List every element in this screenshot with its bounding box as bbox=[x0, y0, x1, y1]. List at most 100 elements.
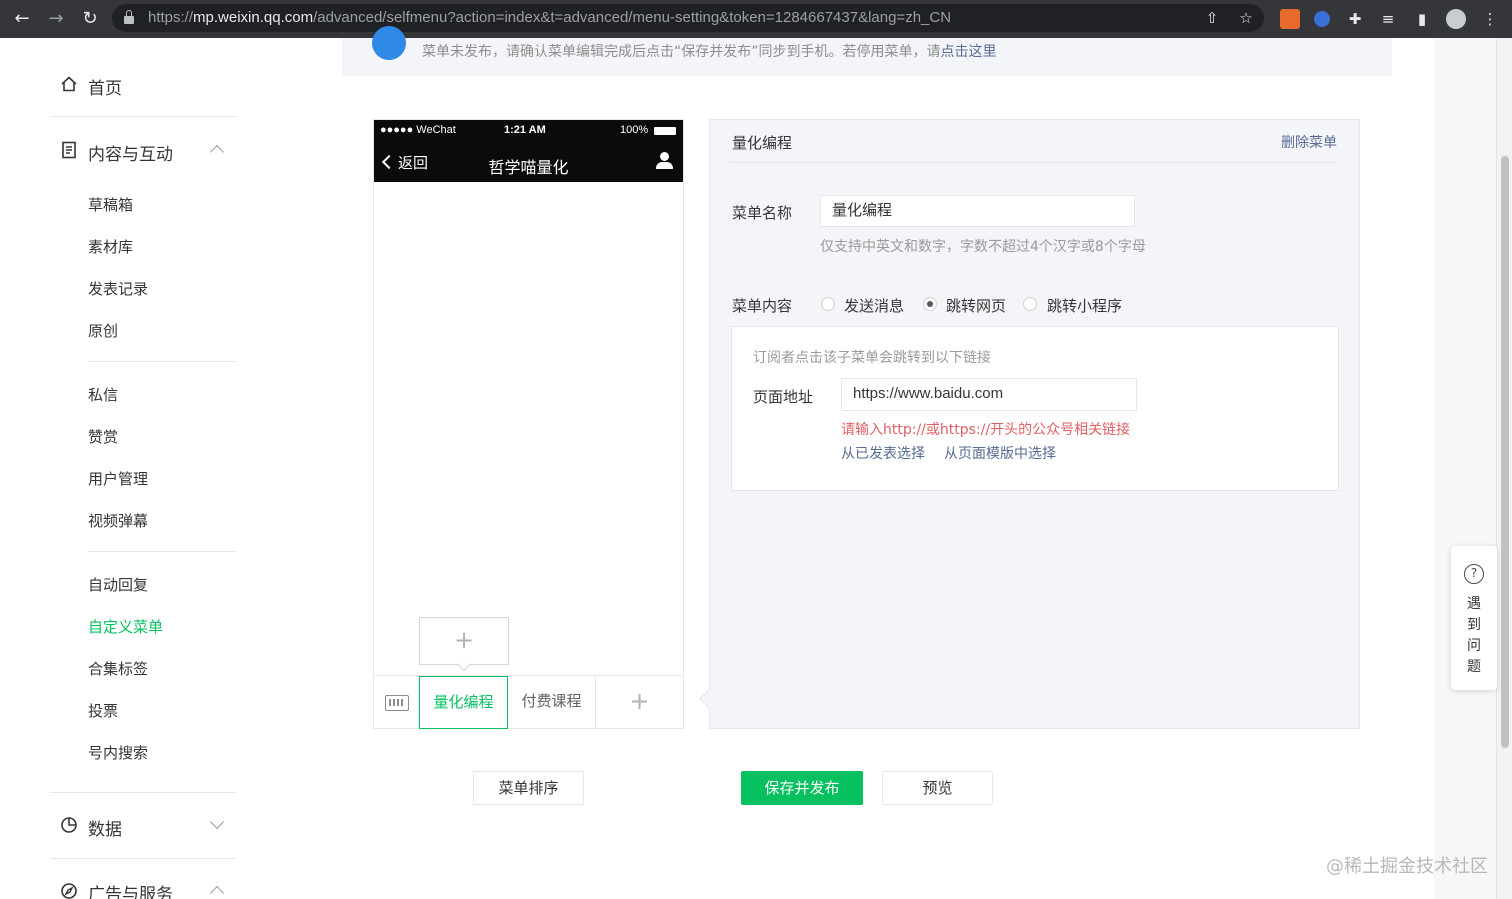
extension-icon[interactable] bbox=[1280, 9, 1300, 29]
page-url-label: 页面地址 bbox=[753, 388, 814, 406]
notice-banner: 菜单未发布，请确认菜单编辑完成后点击“保存并发布”同步到手机。若停用菜单，请点击… bbox=[342, 26, 1392, 76]
chevron-up-icon[interactable] bbox=[209, 144, 225, 160]
editor-arrow bbox=[699, 689, 719, 709]
sidebar-item-publish-records[interactable]: 发表记录 bbox=[88, 278, 148, 299]
help-label-char: 遇 bbox=[1467, 596, 1481, 612]
divider bbox=[88, 361, 236, 362]
sidebar: 首页 内容与互动 草稿箱 素材库 发表记录 原创 私信 赞赏 用户管理 视频弹幕… bbox=[0, 38, 300, 899]
notice-text: 菜单未发布，请确认菜单编辑完成后点击“保存并发布”同步到手机。若停用菜单，请点击… bbox=[422, 44, 997, 60]
sidebar-item-custom-menu[interactable]: 自定义菜单 bbox=[88, 616, 163, 637]
divider bbox=[50, 858, 236, 859]
question-icon: ? bbox=[1464, 564, 1484, 584]
radio-mini-program[interactable] bbox=[1023, 297, 1037, 311]
time-text: 1:21 AM bbox=[504, 124, 546, 136]
radio-send-message[interactable] bbox=[821, 297, 835, 311]
profile-avatar[interactable] bbox=[1446, 9, 1466, 29]
option-mini-program[interactable]: 跳转小程序 bbox=[1047, 295, 1122, 316]
home-icon bbox=[61, 76, 77, 92]
editor-title: 量化编程 bbox=[732, 134, 793, 152]
menu-content-label: 菜单内容 bbox=[732, 297, 793, 315]
help-widget[interactable]: ? 遇到问题 bbox=[1451, 546, 1497, 690]
option-open-webpage[interactable]: 跳转网页 bbox=[946, 295, 1006, 316]
menu-icon[interactable]: ⋮ bbox=[1480, 9, 1500, 29]
forward-icon[interactable]: → bbox=[43, 6, 69, 32]
sidebar-item-search[interactable]: 号内搜索 bbox=[88, 742, 148, 763]
add-menu-button[interactable]: + bbox=[596, 676, 683, 729]
delete-menu-link[interactable]: 删除菜单 bbox=[1281, 132, 1337, 152]
document-icon bbox=[62, 141, 76, 159]
divider bbox=[88, 551, 236, 552]
keyboard-icon[interactable] bbox=[374, 676, 419, 729]
chevron-up-icon[interactable] bbox=[209, 885, 225, 899]
sidebar-group-content[interactable]: 内容与互动 bbox=[88, 140, 173, 165]
lock-icon bbox=[124, 10, 134, 24]
sidebar-item-library[interactable]: 素材库 bbox=[88, 236, 133, 257]
reading-list-icon[interactable]: ≡ bbox=[1378, 9, 1398, 29]
sidebar-item-home[interactable]: 首页 bbox=[88, 74, 122, 99]
popover-arrow bbox=[456, 656, 472, 672]
divider bbox=[50, 792, 236, 793]
sidebar-group-ads[interactable]: 广告与服务 bbox=[88, 880, 173, 899]
disable-menu-link[interactable]: 点击这里 bbox=[941, 44, 997, 60]
phone-header: ●●●●● WeChat 1:21 AM 100% 返回 哲学喵量化 bbox=[374, 120, 683, 182]
sidebar-item-auto-reply[interactable]: 自动回复 bbox=[88, 574, 148, 595]
phone-title: 哲学喵量化 bbox=[488, 158, 569, 177]
chevron-down-icon[interactable] bbox=[209, 814, 225, 830]
sidebar-item-original[interactable]: 原创 bbox=[88, 320, 118, 341]
add-submenu-button[interactable]: + bbox=[419, 617, 509, 672]
info-icon bbox=[372, 26, 406, 60]
address-bar[interactable]: https://mp.weixin.qq.com/advanced/selfme… bbox=[112, 4, 1264, 32]
star-icon[interactable]: ☆ bbox=[1236, 8, 1256, 28]
option-send-message[interactable]: 发送消息 bbox=[844, 295, 904, 316]
sidebar-item-rewards[interactable]: 赞赏 bbox=[88, 426, 118, 447]
sidebar-item-danmaku[interactable]: 视频弹幕 bbox=[88, 510, 148, 531]
puzzle-icon[interactable]: ✚ bbox=[1345, 9, 1365, 29]
page-url-error: 请输入http://或https://开头的公众号相关链接 bbox=[841, 422, 1131, 438]
link-description: 订阅者点击该子菜单会跳转到以下链接 bbox=[753, 350, 991, 366]
phone-preview: ●●●●● WeChat 1:21 AM 100% 返回 哲学喵量化 + 量化编… bbox=[373, 119, 684, 729]
help-label: 遇到问题 bbox=[1451, 594, 1497, 678]
watermark: @稀土掘金技术社区 bbox=[1326, 856, 1488, 877]
help-label-char: 题 bbox=[1467, 659, 1481, 675]
pick-published-link[interactable]: 从已发表选择 bbox=[841, 443, 925, 463]
reload-icon[interactable]: ↻ bbox=[77, 6, 103, 32]
sidebar-item-tags[interactable]: 合集标签 bbox=[88, 658, 148, 679]
battery-icon bbox=[654, 127, 676, 135]
menu-name-input[interactable]: 量化编程 bbox=[820, 195, 1135, 227]
sidebar-item-vote[interactable]: 投票 bbox=[88, 700, 118, 721]
menu-name-hint: 仅支持中英文和数字，字数不超过4个汉字或8个字母 bbox=[820, 239, 1146, 255]
chart-pie-icon bbox=[61, 817, 77, 833]
battery-text: 100% bbox=[620, 124, 649, 136]
menu-editor: 量化编程 删除菜单 菜单名称 量化编程 仅支持中英文和数字，字数不超过4个汉字或… bbox=[699, 119, 1360, 729]
radio-open-webpage[interactable] bbox=[923, 297, 937, 311]
pick-template-link[interactable]: 从页面模版中选择 bbox=[944, 443, 1056, 463]
sort-menu-button[interactable]: 菜单排序 bbox=[473, 771, 584, 805]
help-label-char: 到 bbox=[1467, 617, 1481, 633]
save-publish-button[interactable]: 保存并发布 bbox=[741, 771, 863, 805]
compass-icon bbox=[61, 883, 77, 899]
extension-icon[interactable] bbox=[1314, 11, 1330, 27]
menu-tab-paid-course[interactable]: 付费课程 bbox=[508, 676, 596, 729]
browser-toolbar: ← → ↻ https://mp.weixin.qq.com/advanced/… bbox=[0, 0, 1512, 38]
sidebar-icon[interactable]: ▮ bbox=[1412, 9, 1432, 29]
sidebar-item-drafts[interactable]: 草稿箱 bbox=[88, 194, 133, 215]
editor-header: 量化编程 删除菜单 bbox=[730, 120, 1339, 163]
sidebar-item-messages[interactable]: 私信 bbox=[88, 384, 118, 405]
sidebar-item-users[interactable]: 用户管理 bbox=[88, 468, 148, 489]
preview-button[interactable]: 预览 bbox=[882, 771, 993, 805]
page-url-input[interactable]: https://www.baidu.com bbox=[841, 378, 1137, 411]
plus-icon: + bbox=[453, 626, 475, 654]
back-icon[interactable]: ← bbox=[9, 6, 35, 32]
link-settings-box: 订阅者点击该子菜单会跳转到以下链接 页面地址 https://www.baidu… bbox=[731, 326, 1339, 491]
sidebar-group-data[interactable]: 数据 bbox=[88, 815, 122, 840]
main-content: 菜单未发布，请确认菜单编辑完成后点击“保存并发布”同步到手机。若停用菜单，请点击… bbox=[300, 26, 1434, 899]
menu-name-label: 菜单名称 bbox=[732, 204, 793, 222]
scrollbar-thumb[interactable] bbox=[1501, 156, 1509, 748]
menu-tab-quant[interactable]: 量化编程 bbox=[419, 676, 508, 729]
phone-menu-bar: 量化编程 付费课程 + bbox=[374, 675, 683, 729]
url-text: https://mp.weixin.qq.com/advanced/selfme… bbox=[148, 9, 952, 26]
help-label-char: 问 bbox=[1467, 638, 1481, 654]
carrier-text: ●●●●● WeChat bbox=[380, 124, 456, 136]
user-icon bbox=[655, 152, 673, 170]
share-icon[interactable]: ⇧ bbox=[1202, 8, 1222, 28]
